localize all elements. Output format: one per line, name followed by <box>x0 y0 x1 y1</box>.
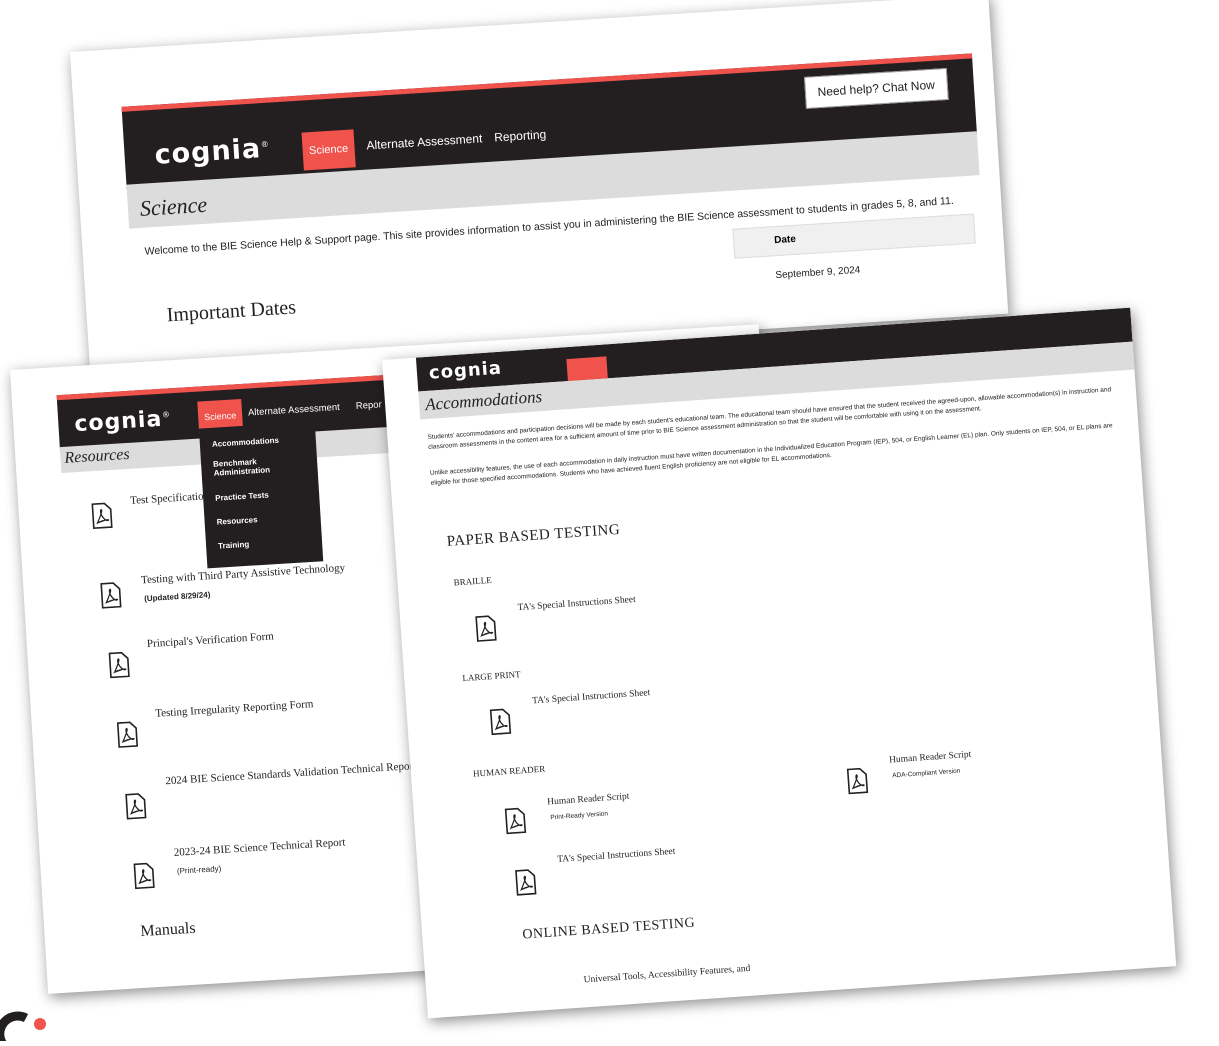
nav-science[interactable] <box>566 356 608 382</box>
human-reader-script-link[interactable]: Human Reader Script <box>547 792 630 808</box>
cognia-corner-mark <box>0 1010 60 1046</box>
pdf-icon[interactable] <box>124 792 148 820</box>
date-column-header: Date <box>773 233 797 247</box>
ta-special-instructions-link[interactable]: TA's Special Instructions Sheet <box>532 688 651 706</box>
doc-title[interactable]: Testing Irregularity Reporting Form <box>155 698 314 720</box>
page-title: Accommodations <box>424 386 543 415</box>
science-dropdown-menu: Accommodations Benchmark Administration … <box>198 421 324 569</box>
human-reader-script-ada-link[interactable]: Human Reader Script <box>889 750 972 766</box>
pdf-icon[interactable] <box>489 708 513 736</box>
braille-heading: BRAILLE <box>453 574 492 588</box>
ta-special-instructions-link[interactable]: TA's Special Instructions Sheet <box>557 847 676 865</box>
chat-help-button[interactable]: Need help? Chat Now <box>803 67 949 109</box>
pdf-icon[interactable] <box>99 582 123 609</box>
large-print-heading: LARGE PRINT <box>462 669 521 684</box>
pdf-icon[interactable] <box>846 767 870 795</box>
date-table-header: Date <box>732 213 976 259</box>
important-dates-heading: Important Dates <box>166 296 297 327</box>
page-title: Resources <box>63 445 131 467</box>
pdf-icon[interactable] <box>474 615 498 642</box>
paper-based-testing-heading: PAPER BASED TESTING <box>446 521 621 550</box>
nav-science[interactable]: Science <box>301 129 356 171</box>
pdf-icon[interactable] <box>116 721 140 748</box>
cognia-logo: cognia <box>428 357 503 384</box>
ada-compliant-version-label: ADA-Compliant Version <box>892 767 961 780</box>
manuals-heading: Manuals <box>140 919 197 941</box>
cognia-logo: cognia® <box>73 406 172 438</box>
universal-tools-link[interactable]: Universal Tools, Accessibility Features,… <box>583 964 750 986</box>
nav-reporting[interactable]: Repor <box>356 399 382 412</box>
doc-subtitle: (Print-ready) <box>176 864 222 876</box>
date-cell: September 9, 2024 <box>775 264 861 282</box>
nav-alternate-assessment[interactable]: Alternate Assessment <box>366 131 483 152</box>
dropdown-item-practice-tests[interactable]: Practice Tests <box>215 490 269 502</box>
dropdown-item-resources[interactable]: Resources <box>216 515 257 526</box>
doc-title[interactable]: 2024 BIE Science Standards Validation Te… <box>165 760 416 787</box>
nav-alternate-assessment[interactable]: Alternate Assessment <box>248 402 340 419</box>
pdf-icon[interactable] <box>132 862 156 890</box>
print-ready-version-label: Print-Ready Version <box>550 810 609 822</box>
human-reader-heading: HUMAN READER <box>472 763 546 779</box>
cognia-logo: cognia® <box>153 133 271 171</box>
online-based-testing-heading: ONLINE BASED TESTING <box>521 915 696 943</box>
dropdown-item-accommodations[interactable]: Accommodations <box>212 436 280 449</box>
pdf-icon[interactable] <box>107 651 131 679</box>
doc-title[interactable]: Principal's Verification Form <box>147 630 275 650</box>
nav-reporting[interactable]: Reporting <box>494 127 547 144</box>
doc-title[interactable]: Test Specifications <box>130 490 214 507</box>
pdf-icon[interactable] <box>504 807 528 835</box>
dropdown-item-benchmark[interactable]: Benchmark Administration <box>213 456 284 478</box>
doc-title[interactable]: 2023-24 BIE Science Technical Report <box>173 836 345 858</box>
doc-subtitle: (Updated 8/29/24) <box>143 590 211 604</box>
pdf-icon[interactable] <box>90 502 114 530</box>
ta-special-instructions-link[interactable]: TA's Special Instructions Sheet <box>517 595 636 613</box>
science-page-screenshot: cognia® Science Alternate Assessment Rep… <box>70 0 1009 372</box>
dropdown-item-training[interactable]: Training <box>218 540 250 551</box>
accommodations-page-screenshot: cognia Accommodations Students' accommod… <box>382 307 1177 1019</box>
pdf-icon[interactable] <box>514 869 538 896</box>
page-title: Science <box>139 191 208 221</box>
